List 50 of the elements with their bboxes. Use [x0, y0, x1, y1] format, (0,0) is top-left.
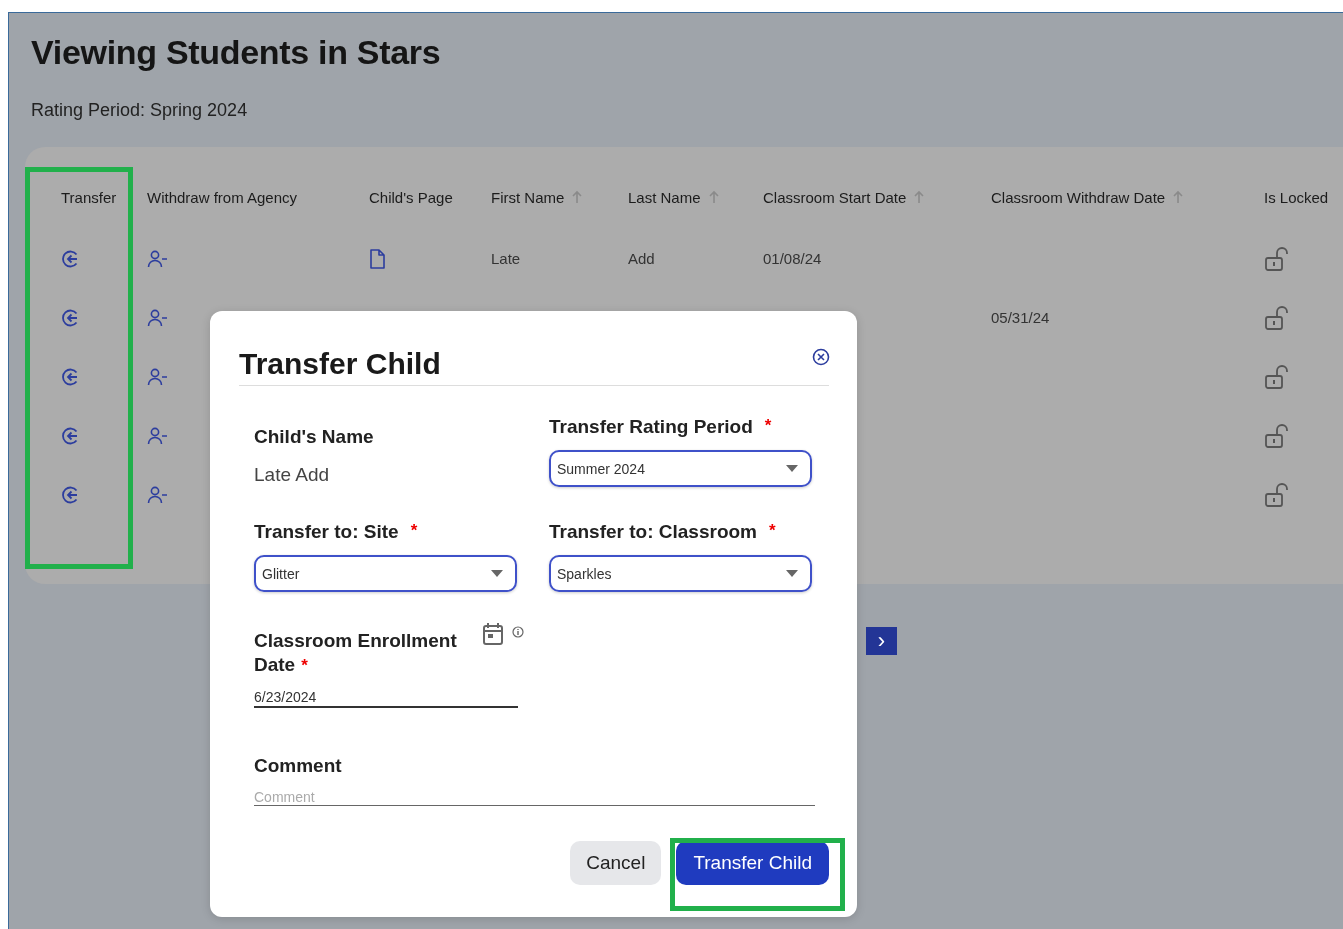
close-icon[interactable]	[812, 348, 830, 366]
field-label: Transfer to: Site	[254, 521, 399, 544]
field-label: Classroom Enrollment Date *	[254, 629, 458, 677]
field-label: Transfer to: Classroom	[549, 521, 757, 544]
field-label: Transfer Rating Period	[549, 416, 753, 439]
table-cell: 01/08/24	[763, 250, 822, 267]
caret-icon	[786, 570, 798, 577]
remove-person-icon[interactable]	[147, 426, 169, 445]
column-header: Classroom Withdraw Date	[991, 189, 1166, 206]
required-asterisk: *	[769, 521, 776, 542]
column-header: Classroom Start Date	[763, 189, 907, 206]
field-label: Comment	[254, 755, 343, 777]
field-label: Child's Name	[254, 426, 375, 448]
column-header: Withdraw from Agency	[147, 189, 298, 206]
caret-icon	[491, 570, 503, 577]
column-header: Transfer	[61, 189, 117, 206]
remove-person-icon[interactable]	[147, 308, 169, 327]
cancel-button[interactable]: Cancel	[570, 841, 662, 885]
required-asterisk: *	[410, 521, 418, 542]
dialog-title: Transfer Child	[239, 347, 441, 381]
table-cell: 05/31/24	[991, 309, 1050, 326]
unlocked-icon[interactable]	[1264, 481, 1288, 508]
unlocked-icon[interactable]	[1264, 422, 1288, 449]
column-header: Last Name	[628, 189, 701, 206]
info-icon[interactable]	[512, 626, 524, 638]
next-page-button[interactable]: ›	[866, 627, 897, 655]
calendar-icon[interactable]	[482, 622, 504, 646]
remove-person-icon[interactable]	[147, 485, 169, 504]
dropdown-field[interactable]: Glitter	[254, 555, 517, 592]
dropdown-field[interactable]: Sparkles	[549, 555, 812, 592]
document-icon[interactable]	[369, 248, 385, 269]
transfer-child-button[interactable]: Transfer Child	[676, 841, 829, 885]
table-cell: Add	[628, 250, 655, 267]
remove-person-icon[interactable]	[147, 367, 169, 386]
column-header: First Name	[491, 189, 565, 206]
remove-person-icon[interactable]	[147, 249, 169, 268]
page-title: Viewing Students in Stars	[31, 33, 442, 72]
column-header: Child's Page	[369, 189, 453, 206]
column-header: Is Locked	[1264, 189, 1329, 206]
comment-input-field[interactable]: Comment	[254, 789, 815, 806]
date-input-field[interactable]: 6/23/2024	[254, 689, 518, 708]
table-cell: Late	[491, 250, 521, 267]
unlocked-icon[interactable]	[1264, 245, 1288, 272]
rating-period-text: Rating Period: Spring 2024	[31, 100, 249, 121]
child-name-text: Late Add	[254, 464, 331, 486]
unlocked-icon[interactable]	[1264, 304, 1288, 331]
caret-icon	[786, 465, 798, 472]
unlocked-icon[interactable]	[1264, 363, 1288, 390]
dropdown-field[interactable]: Summer 2024	[549, 450, 812, 487]
required-asterisk: *	[764, 416, 772, 437]
